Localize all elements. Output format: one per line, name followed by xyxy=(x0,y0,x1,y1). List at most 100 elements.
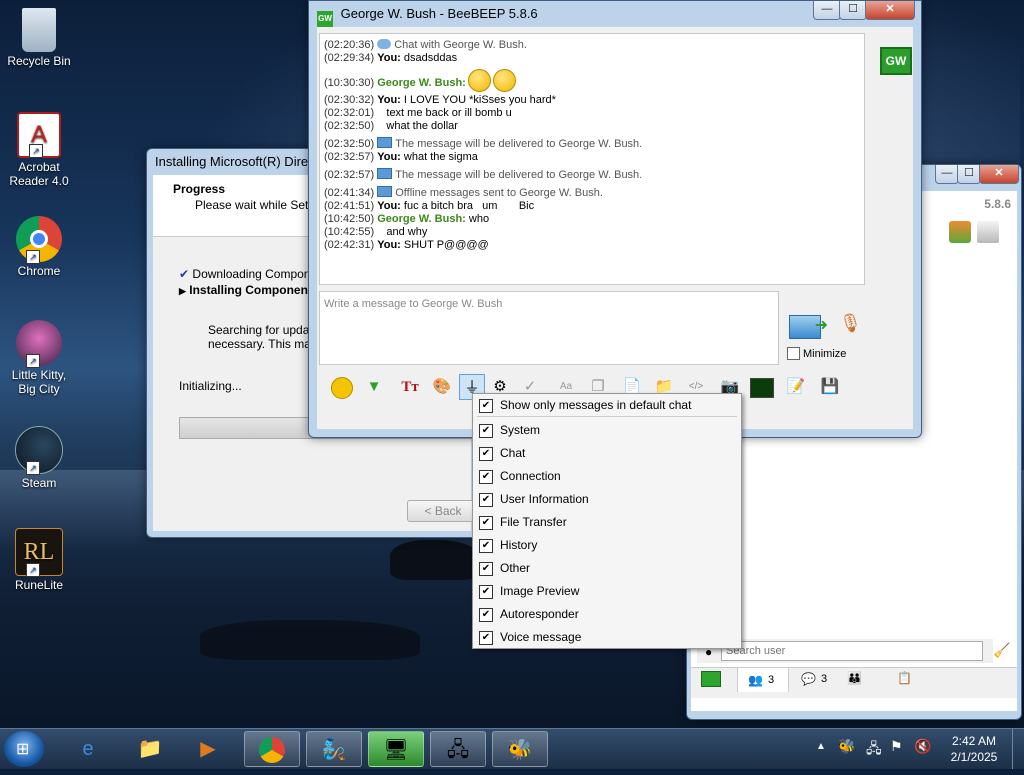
show-hidden-icons[interactable]: ▲ xyxy=(816,741,826,752)
groups-tab-icon[interactable]: 👪 xyxy=(847,671,862,685)
shortcut-arrow-icon: ↗ xyxy=(26,354,40,368)
filter-menu-item[interactable]: ✔ Connection xyxy=(473,465,741,488)
bin-icon[interactable] xyxy=(977,221,999,243)
progress-heading: Progress xyxy=(173,182,226,196)
desktop-icon-chrome[interactable]: ↗ Chrome xyxy=(4,216,74,278)
timestamp: (02:41:34) xyxy=(324,187,375,199)
maximize-button[interactable]: ☐ xyxy=(839,1,867,20)
close-button[interactable]: ✕ xyxy=(865,1,915,20)
recycle-bin-icon xyxy=(22,8,56,52)
network-tab-icon[interactable] xyxy=(701,671,721,687)
filter-menu-item[interactable]: ✔ Image Preview xyxy=(473,580,741,603)
minimize-button[interactable]: — xyxy=(813,1,841,20)
taskbar-wizard-icon[interactable]: 🧞 xyxy=(306,731,362,767)
version-label: 5.8.6 xyxy=(984,197,1011,211)
desktop-icon-little-kitty[interactable]: ↗ Little Kitty, Big City xyxy=(4,320,74,396)
message-text: SHUT P@@@@ xyxy=(400,239,489,251)
filter-menu-item[interactable]: ✔ System xyxy=(473,419,741,442)
message-text: The message will be delivered to George … xyxy=(395,138,643,150)
tab-users[interactable]: 👥 3 xyxy=(737,667,789,692)
font-icon[interactable]: Tт xyxy=(397,374,423,400)
save-icon[interactable]: 💾 xyxy=(817,374,843,400)
desktop-icon-label: Little Kitty, Big City xyxy=(11,368,67,396)
desktop-icon-runelite[interactable]: RL ↗ RuneLite xyxy=(4,528,74,592)
checkbox-checked-icon: ✔ xyxy=(479,399,493,413)
checkbox-checked-icon: ✔ xyxy=(479,631,493,645)
status-icon[interactable] xyxy=(949,221,971,243)
filter-menu-item-label: Connection xyxy=(500,469,561,483)
history-tab-icon[interactable]: 📋 xyxy=(897,671,912,685)
tray-volume-muted-icon[interactable]: 🔇 xyxy=(914,738,931,755)
filter-menu-item-label: User Information xyxy=(500,492,589,506)
sender-name: George W. Bush: xyxy=(377,213,466,225)
message-input[interactable]: Write a message to George W. Bush xyxy=(319,291,779,365)
color-icon[interactable]: 🎨 xyxy=(429,374,455,400)
tray-flag-icon[interactable]: ⚑ xyxy=(890,738,903,755)
timestamp: (02:42:31) xyxy=(324,239,375,251)
send-icon[interactable]: ➜ xyxy=(789,315,828,339)
taskbar-network-icon[interactable]: 🖧 xyxy=(430,731,486,767)
message-text: Offline messages sent to George W. Bush. xyxy=(395,187,603,199)
envelope-icon xyxy=(377,137,393,148)
filter-menu-item[interactable]: ✔ Show only messages in default chat xyxy=(473,394,741,417)
status-text: Initializing... xyxy=(179,379,242,393)
message-text: what the dollar xyxy=(377,120,458,132)
game-icon: ↗ xyxy=(16,320,62,368)
windows-logo-icon: ⊞ xyxy=(16,741,30,758)
filter-menu-item-label: System xyxy=(500,423,541,437)
filter-menu-item[interactable]: ✔ User Information xyxy=(473,488,741,511)
filter-menu-item[interactable]: ✔ Other xyxy=(473,557,741,580)
maximize-button[interactable]: ☐ xyxy=(957,165,981,184)
back-button[interactable]: < Back xyxy=(407,500,479,522)
notes-icon[interactable]: 📝 xyxy=(783,374,809,400)
timestamp: (02:41:51) xyxy=(324,200,375,212)
timestamp: (02:32:50) xyxy=(324,120,375,132)
clock[interactable]: 2:42 AM 2/1/2025 xyxy=(944,733,1004,765)
chat-bubble-icon xyxy=(377,39,392,49)
user-avatar[interactable]: GW xyxy=(880,47,912,75)
desktop-icon-recycle-bin[interactable]: Recycle Bin xyxy=(4,8,74,68)
filter-menu-item[interactable]: ✔ Chat xyxy=(473,442,741,465)
close-button[interactable]: ✕ xyxy=(979,165,1019,184)
show-desktop-button[interactable] xyxy=(1012,729,1024,769)
users-icon: 👥 xyxy=(748,673,763,687)
tab-chats[interactable]: 💬 3 xyxy=(797,667,837,691)
internet-explorer-icon[interactable]: e xyxy=(60,731,116,767)
chrome-icon: ↗ xyxy=(16,216,62,264)
minimize-button[interactable]: — xyxy=(935,165,959,184)
chat-message: (02:30:32) You: I LOVE YOU *kiSses you h… xyxy=(324,94,864,107)
timestamp: (02:32:01) xyxy=(324,107,375,119)
broom-icon[interactable]: 🧹 xyxy=(993,642,1010,659)
minimize-checkbox[interactable] xyxy=(787,347,800,360)
emoji-icon xyxy=(467,69,491,92)
shrink-icon[interactable]: ▼ xyxy=(361,374,387,400)
tray-bee-icon[interactable]: 🐝 xyxy=(838,738,855,755)
tray-network-icon[interactable]: 🖧 xyxy=(866,738,882,762)
filter-menu-item[interactable]: ✔ Autoresponder xyxy=(473,603,741,626)
timestamp: (02:29:34) xyxy=(324,52,375,64)
file-explorer-icon[interactable]: 📁 xyxy=(122,731,178,767)
chat-message: (02:42:31) You: SHUT P@@@@ xyxy=(324,239,864,252)
message-text: fuc a bitch bra um Bic xyxy=(400,200,535,212)
media-player-icon[interactable]: ▶ xyxy=(180,731,236,767)
filter-menu-item-label: Autoresponder xyxy=(500,607,579,621)
arrow-right-icon: ▶ xyxy=(179,286,186,296)
start-button[interactable]: ⊞ xyxy=(4,731,44,767)
taskbar-beebeep-icon[interactable]: 🐝 xyxy=(492,731,548,767)
emoticon-icon[interactable] xyxy=(329,374,355,400)
taskbar-installer-icon[interactable]: 🖥 xyxy=(368,731,424,767)
checkbox-checked-icon: ✔ xyxy=(479,585,493,599)
desktop-icon-steam[interactable]: ↗ Steam xyxy=(4,426,74,490)
chat-log[interactable]: (02:20:36) Chat with George W. Bush. (02:… xyxy=(319,33,865,285)
search-user-input[interactable] xyxy=(721,641,983,661)
microphone-icon[interactable]: 🎙 xyxy=(839,313,862,339)
checkbox-checked-icon: ✔ xyxy=(479,447,493,461)
filter-menu-item[interactable]: ✔ Voice message xyxy=(473,626,741,649)
filter-menu-item[interactable]: ✔ File Transfer xyxy=(473,511,741,534)
image-icon[interactable] xyxy=(749,374,775,400)
desktop-icon-acrobat[interactable]: A ↗ Acrobat Reader 4.0 xyxy=(4,112,74,188)
filter-menu-item[interactable]: ✔ History xyxy=(473,534,741,557)
wallpaper-rock xyxy=(200,620,420,660)
taskbar-chrome-icon[interactable] xyxy=(244,731,300,767)
timestamp: (02:32:57) xyxy=(324,151,375,163)
